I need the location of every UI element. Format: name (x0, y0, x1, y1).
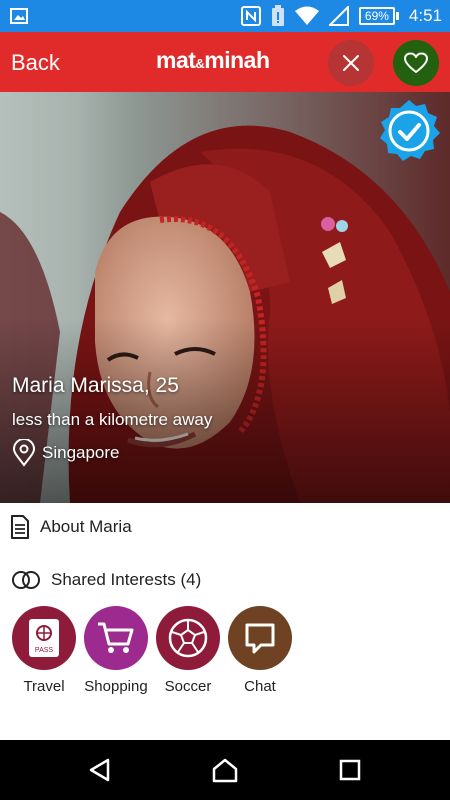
shared-interests-header: Shared Interests (4) (10, 570, 201, 590)
nav-back-button[interactable] (84, 754, 116, 786)
profile-photo[interactable]: Maria Marissa, 25 less than a kilometre … (0, 92, 450, 503)
interest-travel-badge: PASS (12, 606, 76, 670)
interest-travel[interactable]: PASS Travel (12, 606, 76, 695)
interests-list: PASS Travel Shopping Soccer Chat (12, 606, 292, 695)
nav-recents-button[interactable] (334, 754, 366, 786)
battery-indicator: 69% (358, 7, 399, 25)
interest-soccer[interactable]: Soccer (156, 606, 220, 695)
interest-label: Chat (244, 678, 276, 695)
nav-home-button[interactable] (209, 754, 241, 786)
status-bar: 69% 4:51 (0, 0, 450, 32)
interest-label: Travel (23, 678, 65, 695)
profile-name-age: Maria Marissa, 25 (12, 374, 179, 397)
chat-bubble-icon (245, 623, 275, 654)
app-logo: mat&minah (156, 47, 270, 73)
verified-check-icon (380, 100, 440, 161)
interest-chat-badge (228, 606, 292, 670)
profile-distance: less than a kilometre away (12, 410, 213, 429)
passport-icon: PASS (29, 619, 59, 657)
reject-button[interactable] (328, 40, 374, 86)
shopping-cart-icon (98, 622, 134, 653)
about-section[interactable]: About Maria (10, 514, 132, 540)
shared-interests-label: Shared Interests (4) (51, 570, 202, 589)
back-triangle-icon (89, 758, 110, 782)
soccer-ball-icon (168, 618, 208, 658)
image-icon (10, 8, 28, 24)
recents-square-icon (339, 759, 361, 781)
app-bar: Back mat&minah (0, 32, 450, 92)
interest-shopping[interactable]: Shopping (84, 606, 148, 695)
heart-icon (404, 52, 428, 73)
clock: 4:51 (408, 6, 442, 25)
interest-label: Soccer (164, 678, 212, 695)
like-button[interactable] (393, 40, 439, 86)
interest-label: Shopping (84, 678, 148, 695)
wifi-icon (294, 6, 319, 25)
signal-icon (328, 6, 349, 26)
interest-soccer-badge (156, 606, 220, 670)
interlocking-rings-icon (12, 571, 40, 589)
close-icon (343, 55, 359, 71)
battery-percent: 69% (358, 7, 395, 25)
svg-text:PASS: PASS (35, 647, 53, 654)
back-button[interactable]: Back (11, 50, 60, 76)
document-icon (11, 515, 29, 539)
nfc-icon (240, 6, 261, 26)
location-pin-icon (12, 439, 36, 467)
profile-location: Singapore (12, 439, 120, 467)
interest-chat[interactable]: Chat (228, 606, 292, 695)
interest-shopping-badge (84, 606, 148, 670)
battery-saver-icon (271, 5, 284, 26)
location-label: Singapore (42, 443, 120, 462)
about-label: About Maria (40, 517, 132, 536)
home-icon (212, 758, 238, 783)
system-nav-bar (0, 740, 450, 800)
